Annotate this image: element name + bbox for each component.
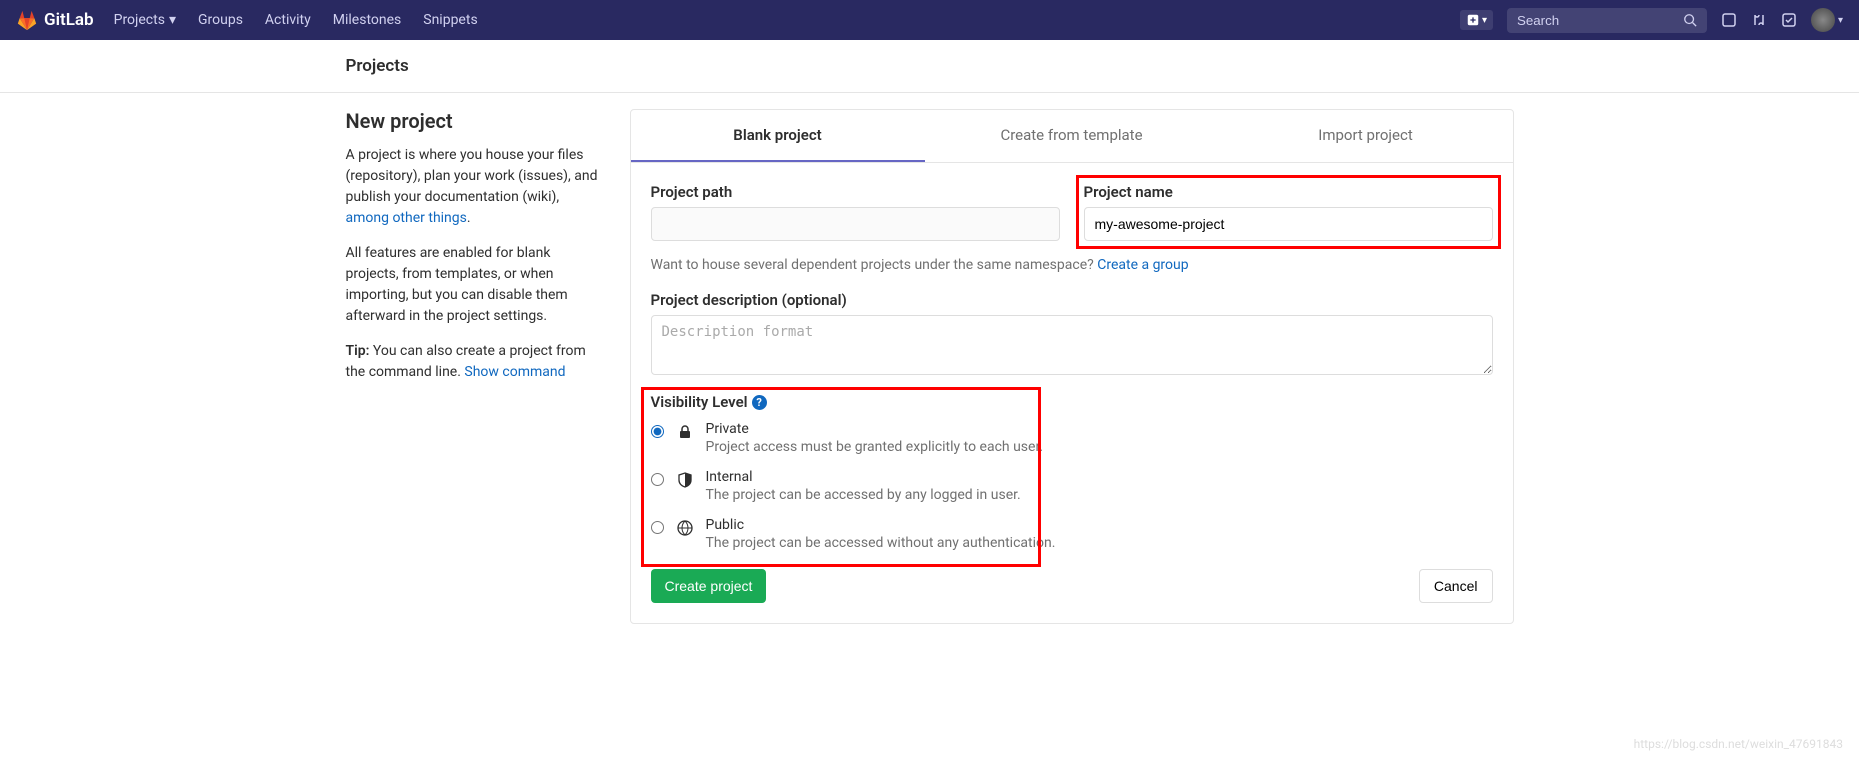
issues-icon[interactable] — [1721, 12, 1737, 28]
project-name-group: Project name — [1084, 183, 1493, 241]
todos-icon[interactable] — [1781, 12, 1797, 28]
cancel-button[interactable]: Cancel — [1419, 569, 1493, 603]
chevron-down-icon: ▾ — [1482, 15, 1487, 26]
create-group-link[interactable]: Create a group — [1097, 257, 1188, 273]
watermark: https://blog.csdn.net/weixin_47691843 — [1634, 737, 1843, 751]
user-menu[interactable]: ▾ — [1811, 8, 1843, 32]
namespace-help: Want to house several dependent projects… — [651, 257, 1493, 273]
description-label: Project description (optional) — [651, 291, 1493, 309]
tab-content: Project path Project name Want to house … — [631, 163, 1513, 623]
tabs: Blank project Create from template Impor… — [631, 110, 1513, 163]
chevron-down-icon: ▾ — [169, 12, 176, 28]
visibility-private[interactable]: Private Project access must be granted e… — [651, 421, 1493, 455]
project-path-label: Project path — [651, 183, 1060, 201]
gitlab-logo[interactable]: GitLab — [16, 9, 94, 31]
main-container: New project A project is where you house… — [330, 93, 1530, 640]
nav-activity[interactable]: Activity — [265, 12, 311, 28]
sidebar: New project A project is where you house… — [346, 109, 606, 624]
nav-milestones[interactable]: Milestones — [333, 12, 402, 28]
help-icon[interactable]: ? — [752, 395, 767, 410]
sidebar-para-2: All features are enabled for blank proje… — [346, 243, 606, 327]
visibility-section: Visibility Level ? Private Project acces… — [651, 393, 1493, 551]
visibility-private-radio[interactable] — [651, 425, 664, 438]
shield-icon — [676, 471, 694, 489]
tab-import-project[interactable]: Import project — [1219, 110, 1513, 162]
description-input[interactable] — [651, 315, 1493, 375]
project-name-label: Project name — [1084, 183, 1493, 201]
visibility-public-radio[interactable] — [651, 521, 664, 534]
nav-groups[interactable]: Groups — [198, 12, 243, 28]
project-path-group: Project path — [651, 183, 1060, 241]
plus-icon — [1466, 13, 1480, 27]
form-actions: Create project Cancel — [651, 569, 1493, 603]
visibility-label: Visibility Level ? — [651, 393, 1493, 411]
project-name-input[interactable] — [1084, 207, 1493, 241]
globe-icon — [676, 519, 694, 537]
project-path-input[interactable] — [651, 207, 1060, 241]
chevron-down-icon: ▾ — [1838, 15, 1843, 26]
sidebar-para-3: Tip: You can also create a project from … — [346, 341, 606, 383]
search-input[interactable] — [1517, 13, 1667, 28]
sub-header: Projects — [0, 40, 1859, 93]
merge-requests-icon[interactable] — [1751, 12, 1767, 28]
sidebar-heading: New project — [346, 109, 606, 133]
create-project-button[interactable]: Create project — [651, 569, 767, 603]
show-command-link[interactable]: Show command — [464, 364, 565, 380]
gitlab-icon — [16, 9, 38, 31]
avatar — [1811, 8, 1835, 32]
navbar: GitLab Projects ▾ Groups Activity Milest… — [0, 0, 1859, 40]
visibility-internal[interactable]: Internal The project can be accessed by … — [651, 469, 1493, 503]
search-box[interactable] — [1507, 8, 1707, 33]
lock-icon — [676, 423, 694, 441]
nav-projects[interactable]: Projects ▾ — [114, 12, 176, 28]
nav-snippets[interactable]: Snippets — [423, 12, 477, 28]
among-other-things-link[interactable]: among other things — [346, 210, 467, 226]
content-panel: Blank project Create from template Impor… — [630, 109, 1514, 624]
tab-create-from-template[interactable]: Create from template — [925, 110, 1219, 162]
page-title: Projects — [346, 56, 1514, 76]
sidebar-para-1: A project is where you house your files … — [346, 145, 606, 229]
visibility-public[interactable]: Public The project can be accessed witho… — [651, 517, 1493, 551]
new-dropdown[interactable]: ▾ — [1460, 10, 1493, 30]
visibility-internal-radio[interactable] — [651, 473, 664, 486]
nav-links: Projects ▾ Groups Activity Milestones Sn… — [114, 12, 1460, 28]
tab-blank-project[interactable]: Blank project — [631, 110, 925, 162]
nav-right: ▾ ▾ — [1460, 8, 1843, 33]
search-icon — [1683, 13, 1697, 27]
